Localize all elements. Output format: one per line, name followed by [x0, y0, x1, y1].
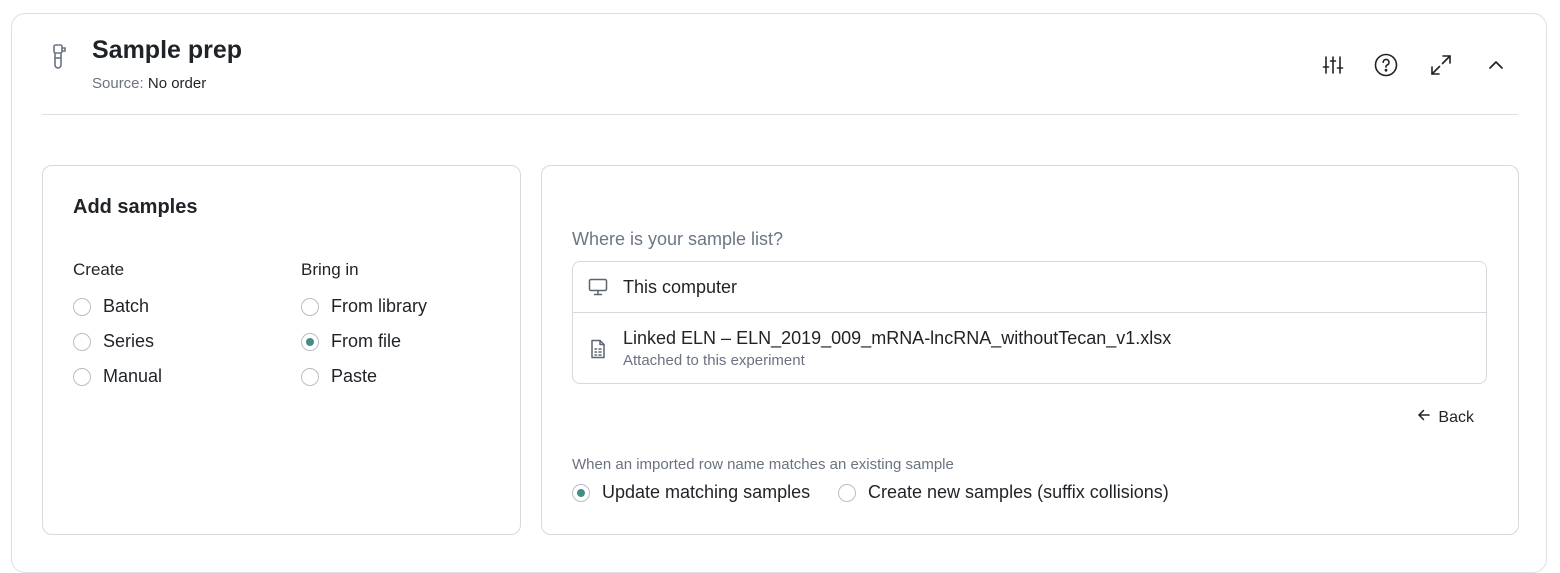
spreadsheet-file-icon — [588, 339, 608, 359]
option-label: Linked ELN – ELN_2019_009_mRNA-lncRNA_wi… — [623, 328, 1172, 348]
option-sublabel: Attached to this experiment — [623, 352, 805, 369]
source-value: No order — [147, 75, 207, 92]
radio-label: From file — [331, 331, 402, 351]
radio-paste[interactable]: Paste — [301, 366, 377, 387]
radio-update-matching[interactable]: Update matching samples — [572, 482, 810, 503]
option-linked-eln-file[interactable]: Linked ELN – ELN_2019_009_mRNA-lncRNA_wi… — [573, 313, 1486, 383]
source-options-list: This computer Linked ELN – ELN_2019_009_… — [572, 261, 1487, 384]
radio-label: Update matching samples — [602, 482, 811, 502]
pipette-tube-icon — [50, 42, 68, 72]
radio-label: Manual — [103, 366, 163, 386]
chevron-up-icon[interactable] — [1483, 52, 1509, 78]
option-label: This computer — [623, 277, 738, 297]
radio-label: Create new samples (suffix collisions) — [868, 482, 1169, 502]
option-this-computer[interactable]: This computer — [573, 262, 1486, 313]
radio-button[interactable] — [301, 367, 319, 386]
help-circle-icon[interactable] — [1373, 52, 1399, 78]
expand-icon[interactable] — [1428, 52, 1454, 78]
header-divider — [42, 114, 1518, 115]
radio-button[interactable] — [73, 297, 91, 316]
radio-label: From library — [331, 296, 428, 316]
radio-series[interactable]: Series — [73, 331, 154, 352]
radio-batch[interactable]: Batch — [73, 296, 149, 317]
radio-button[interactable] — [73, 367, 91, 386]
radio-button-selected[interactable] — [572, 483, 590, 502]
source-line: Source: No order — [92, 75, 206, 92]
radio-label: Series — [103, 331, 155, 351]
create-label: Create — [73, 260, 125, 279]
monitor-icon — [588, 277, 608, 297]
radio-button[interactable] — [838, 483, 856, 502]
back-label: Back — [1438, 408, 1474, 426]
radio-from-file[interactable]: From file — [301, 331, 401, 352]
arrow-left-icon — [1417, 408, 1431, 427]
source-label: Source: — [92, 75, 144, 92]
back-button[interactable]: Back — [1417, 408, 1474, 427]
radio-label: Paste — [331, 366, 378, 386]
add-samples-title: Add samples — [73, 196, 198, 218]
radio-label: Batch — [103, 296, 150, 316]
radio-button[interactable] — [301, 297, 319, 316]
radio-button-selected[interactable] — [301, 332, 319, 351]
card-header: Sample prep Source: No order — [12, 14, 1546, 116]
match-behavior-label: When an imported row name matches an exi… — [572, 456, 954, 473]
radio-manual[interactable]: Manual — [73, 366, 162, 387]
radio-create-new[interactable]: Create new samples (suffix collisions) — [838, 482, 1169, 503]
page-title: Sample prep — [92, 36, 243, 64]
add-samples-panel: Add samples Create Batch Series Manual B… — [42, 165, 521, 535]
sample-list-question: Where is your sample list? — [572, 229, 784, 249]
radio-button[interactable] — [73, 332, 91, 351]
bring-in-label: Bring in — [301, 260, 359, 279]
sample-prep-card: Sample prep Source: No order Add samples… — [11, 13, 1547, 573]
sample-list-source-panel: Where is your sample list? This computer — [541, 165, 1519, 535]
sliders-icon[interactable] — [1320, 52, 1346, 78]
radio-from-library[interactable]: From library — [301, 296, 427, 317]
